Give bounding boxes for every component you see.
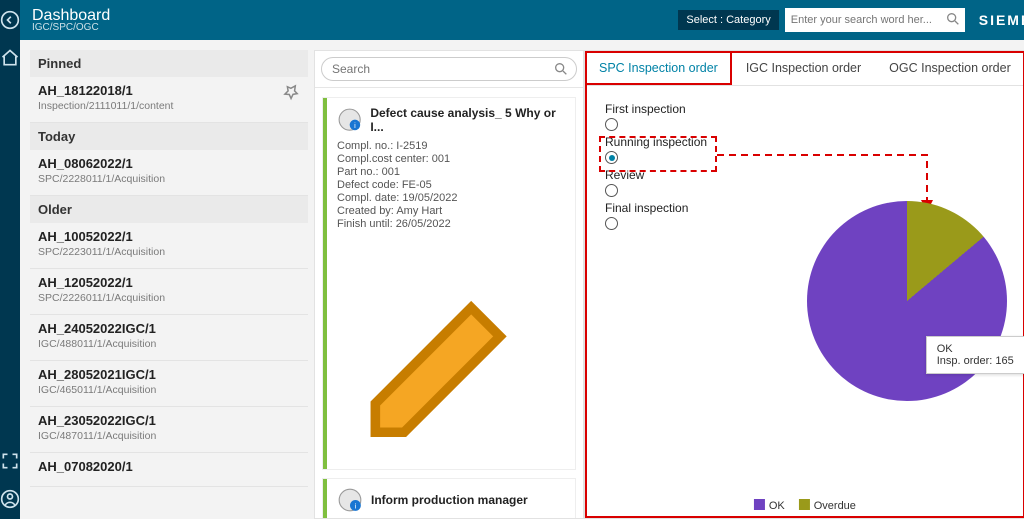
info-icon: i	[337, 487, 363, 513]
info-icon: i	[337, 107, 362, 133]
item-name: AH_28052021IGC/1	[38, 367, 300, 382]
kv: Defect code: FE-05	[337, 179, 567, 191]
actions-panel: i Defect cause analysis_ 5 Why or I... Com…	[314, 50, 584, 519]
item-path: SPC/2228011/1/Acquisition	[38, 173, 300, 185]
list-item[interactable]: AH_08062022/1 SPC/2228011/1/Acquisition	[30, 150, 308, 196]
item-path: IGC/488011/1/Acquisition	[38, 338, 300, 350]
radio-option[interactable]: Review	[605, 168, 1013, 197]
section-header: Older	[30, 196, 308, 223]
global-search-input[interactable]	[785, 8, 965, 32]
chart-tooltip: OK Insp. order: 165	[926, 336, 1024, 374]
top-header: Dashboard IGC/SPC/OGC Select : Category …	[20, 0, 1024, 40]
pin-icon[interactable]	[282, 83, 300, 101]
legend-ok: OK	[769, 500, 785, 512]
chart-legend: OK Overdue	[754, 498, 856, 512]
action-card[interactable]: i Defect cause analysis_ 5 Why or I... Com…	[323, 98, 575, 469]
radio-option[interactable]: First inspection	[605, 102, 1013, 131]
radio-input[interactable]	[605, 184, 618, 197]
left-rail	[0, 0, 20, 519]
select-category-button[interactable]: Select : Category	[678, 10, 778, 30]
list-item[interactable]: AH_18122018/1 Inspection/2111011/1/conten…	[30, 77, 308, 123]
list-item[interactable]: AH_24052022IGC/1 IGC/488011/1/Acquisition	[30, 315, 308, 361]
tab[interactable]: IGC Inspection order	[732, 51, 875, 85]
radio-input[interactable]	[605, 217, 618, 230]
list-item[interactable]: AH_23052022IGC/1 IGC/487011/1/Acquisition	[30, 407, 308, 453]
kv: Created by: Amy Hart	[337, 205, 567, 217]
radio-input[interactable]	[605, 151, 618, 164]
action-card[interactable]: iInform production managerCompl. no.: I-…	[323, 479, 575, 518]
item-path: IGC/487011/1/Acquisition	[38, 430, 300, 442]
actions-search-input[interactable]	[321, 57, 577, 81]
kv: Compl. date: 19/05/2022	[337, 192, 567, 204]
section-header: Today	[30, 123, 308, 150]
list-item[interactable]: AH_10052022/1 SPC/2223011/1/Acquisition	[30, 223, 308, 269]
kv: Compl. no.: I-2519	[337, 140, 567, 152]
radio-label: First inspection	[605, 102, 1013, 116]
kv: Part no.: 001	[337, 166, 567, 178]
item-name: AH_10052022/1	[38, 229, 300, 244]
search-icon[interactable]	[553, 61, 569, 77]
legend-overdue: Overdue	[814, 500, 856, 512]
page-subtitle: IGC/SPC/OGC	[32, 22, 110, 33]
item-name: AH_18122018/1	[38, 83, 300, 98]
kv: Finish until: 26/05/2022	[337, 218, 567, 230]
list-item[interactable]: AH_07082020/1	[30, 453, 308, 487]
radio-label: Review	[605, 168, 1013, 182]
kv: Compl.cost center: 001	[337, 153, 567, 165]
item-name: AH_23052022IGC/1	[38, 413, 300, 428]
search-icon[interactable]	[945, 11, 961, 27]
edit-icon[interactable]	[337, 231, 567, 461]
fullscreen-icon[interactable]	[0, 451, 20, 471]
item-path: SPC/2226011/1/Acquisition	[38, 292, 300, 304]
item-path: IGC/465011/1/Acquisition	[38, 384, 300, 396]
home-icon[interactable]	[0, 48, 20, 68]
back-icon[interactable]	[0, 10, 20, 30]
action-title: Inform production manager	[371, 493, 528, 507]
radio-option[interactable]: Running inspection	[605, 135, 1013, 164]
item-name: AH_12052022/1	[38, 275, 300, 290]
brand-logo: SIEMENS	[979, 12, 1024, 28]
item-name: AH_24052022IGC/1	[38, 321, 300, 336]
item-path: Inspection/2111011/1/content	[38, 100, 300, 112]
item-name: AH_08062022/1	[38, 156, 300, 171]
user-icon[interactable]	[0, 489, 20, 509]
list-item[interactable]: AH_12052022/1 SPC/2226011/1/Acquisition	[30, 269, 308, 315]
section-header: Pinned	[30, 50, 308, 77]
item-path: SPC/2223011/1/Acquisition	[38, 246, 300, 258]
radio-label: Running inspection	[605, 135, 1013, 149]
tab[interactable]: SPC Inspection order	[585, 51, 732, 85]
tooltip-line: Insp. order: 165	[937, 355, 1014, 367]
radio-input[interactable]	[605, 118, 618, 131]
item-name: AH_07082020/1	[38, 459, 300, 474]
list-item[interactable]: AH_28052021IGC/1 IGC/465011/1/Acquisition	[30, 361, 308, 407]
pinned-panel: Pinned AH_18122018/1 Inspection/2111011/1/…	[20, 40, 314, 519]
detail-panel: SPC Inspection orderIGC Inspection order…	[584, 50, 1024, 519]
tab[interactable]: OGC Inspection order	[875, 51, 1024, 85]
tooltip-line: OK	[937, 343, 1014, 355]
action-title: Defect cause analysis_ 5 Why or I...	[370, 106, 567, 134]
